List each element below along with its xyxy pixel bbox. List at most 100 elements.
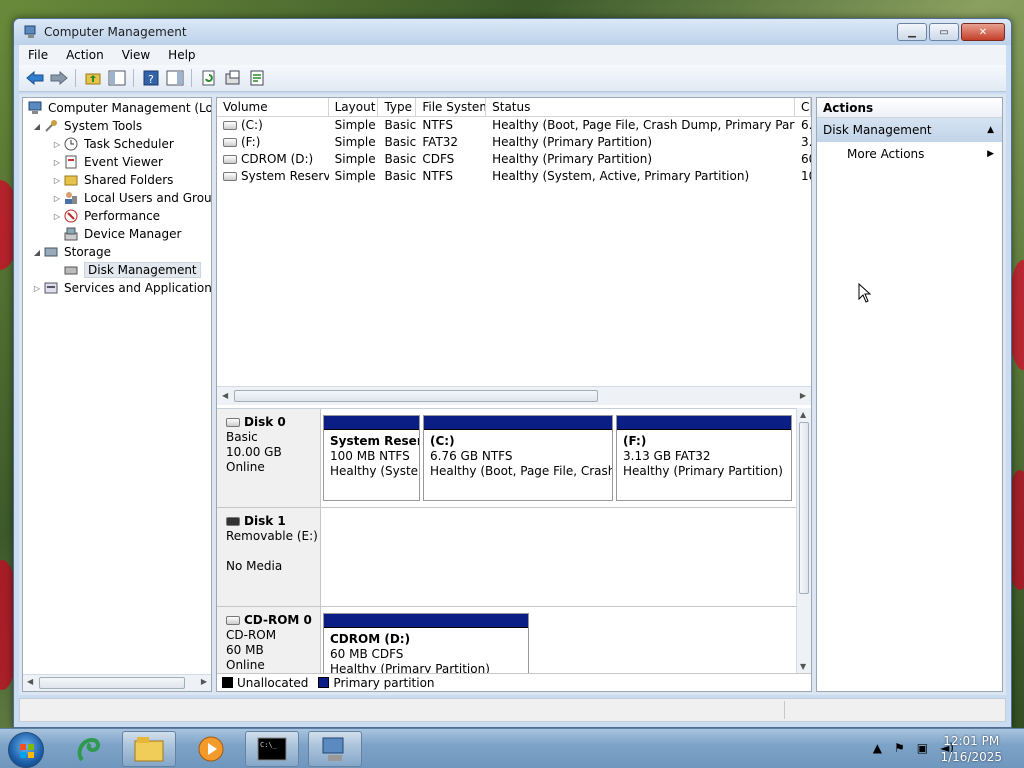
expand-icon[interactable]: ▷ xyxy=(51,176,63,185)
partition-f[interactable]: (F:) 3.13 GB FAT32 Healthy (Primary Part… xyxy=(616,415,792,501)
disk-view-vertical-scrollbar[interactable]: ▲ ▼ xyxy=(796,408,811,673)
column-header-type[interactable]: Type xyxy=(378,98,417,117)
refresh-button[interactable] xyxy=(198,68,219,89)
scroll-down-icon[interactable]: ▼ xyxy=(800,662,806,671)
menu-file[interactable]: File xyxy=(19,48,57,62)
menu-view[interactable]: View xyxy=(113,48,159,62)
clock[interactable]: 12:01 PM 1/16/2025 xyxy=(940,733,1002,765)
tree-item-label: Storage xyxy=(64,245,111,259)
actions-header: Actions xyxy=(817,98,1002,118)
volume-row[interactable]: System Reserved Simple Basic NTFS Health… xyxy=(217,169,811,186)
tree-horizontal-scrollbar[interactable]: ◀ ▶ xyxy=(23,674,211,691)
tree-item-device-manager[interactable]: Device Manager xyxy=(63,225,181,243)
maximize-button[interactable]: ▭ xyxy=(929,23,959,41)
show-hide-tree-button[interactable] xyxy=(106,68,127,89)
expand-icon[interactable]: ▷ xyxy=(51,212,63,221)
expand-icon[interactable]: ▷ xyxy=(51,194,63,203)
disk-row-disk1[interactable]: Disk 1 Removable (E:) No Media xyxy=(217,508,799,607)
show-hide-action-pane-button[interactable] xyxy=(164,68,185,89)
scroll-right-icon[interactable]: ▶ xyxy=(800,391,806,400)
scroll-left-icon[interactable]: ◀ xyxy=(222,391,228,400)
more-actions-item[interactable]: More Actions ▶ xyxy=(817,142,1002,166)
column-header-capacity[interactable]: C xyxy=(795,98,811,117)
volume-row[interactable]: CDROM (D:) Simple Basic CDFS Healthy (Pr… xyxy=(217,152,811,169)
disk-label[interactable]: Disk 0 Basic 10.00 GB Online xyxy=(217,409,321,507)
window-title: Computer Management xyxy=(44,25,187,39)
tree-item-disk-management[interactable]: Disk Management xyxy=(63,261,201,279)
console-tree-icon xyxy=(108,70,125,86)
volume-row[interactable]: (F:) Simple Basic FAT32 Healthy (Primary… xyxy=(217,135,811,152)
disk-management-icon xyxy=(63,262,79,278)
forward-button[interactable] xyxy=(48,68,69,89)
tree-item-shared-folders[interactable]: ▷ Shared Folders xyxy=(51,171,173,189)
action-pane-icon xyxy=(166,70,183,86)
volume-type: Basic xyxy=(384,169,417,183)
menu-action[interactable]: Action xyxy=(57,48,113,62)
volume-list-horizontal-scrollbar[interactable]: ◀ ▶ xyxy=(217,386,811,405)
expand-icon[interactable]: ▷ xyxy=(31,284,43,293)
taskbar-explorer[interactable] xyxy=(122,731,176,767)
status-bar xyxy=(19,698,1006,722)
properties-button[interactable] xyxy=(222,68,243,89)
taskbar-command-prompt[interactable]: C:\_ xyxy=(245,731,299,767)
taskbar-app-pinned[interactable] xyxy=(62,731,116,767)
tree-item-local-users[interactable]: ▷ Local Users and Groups xyxy=(51,189,211,207)
tree-item-services-apps[interactable]: ▷ Services and Applications xyxy=(31,279,211,297)
collapse-up-icon[interactable]: ▲ xyxy=(987,118,994,142)
help-button[interactable]: ? xyxy=(140,68,161,89)
taskbar-computer-management[interactable] xyxy=(308,731,362,767)
back-button[interactable] xyxy=(24,68,45,89)
start-button[interactable] xyxy=(8,732,44,768)
partition-c[interactable]: (C:) 6.76 GB NTFS Healthy (Boot, Page Fi… xyxy=(423,415,613,501)
scroll-thumb[interactable] xyxy=(234,390,598,402)
tree-item-storage[interactable]: ◢ Storage xyxy=(31,243,111,261)
column-header-volume[interactable]: Volume xyxy=(217,98,329,117)
close-button[interactable]: ✕ xyxy=(961,23,1005,41)
volume-status: Healthy (Primary Partition) xyxy=(492,135,653,149)
tree-item-task-scheduler[interactable]: ▷ Task Scheduler xyxy=(51,135,174,153)
expand-icon[interactable]: ▷ xyxy=(51,140,63,149)
tree-item-performance[interactable]: ▷ Performance xyxy=(51,207,160,225)
column-header-file-system[interactable]: File System xyxy=(416,98,487,117)
disk-graphical-view: Disk 0 Basic 10.00 GB Online System Rese… xyxy=(217,408,811,691)
export-list-button[interactable] xyxy=(246,68,267,89)
folder-icon xyxy=(134,737,164,762)
volume-row[interactable]: (C:) Simple Basic NTFS Healthy (Boot, Pa… xyxy=(217,118,811,135)
tree-item-system-tools[interactable]: ◢ System Tools xyxy=(31,117,142,135)
partition-title: System Reserv xyxy=(330,434,419,448)
partition-title: (C:) xyxy=(430,434,455,448)
refresh-icon xyxy=(202,70,214,86)
collapse-icon[interactable]: ◢ xyxy=(31,248,43,257)
action-center-flag-icon[interactable]: ⚑ xyxy=(894,741,905,755)
column-header-status[interactable]: Status xyxy=(486,98,796,117)
show-hidden-icons-icon[interactable]: ▲ xyxy=(873,741,882,755)
taskbar-media-player[interactable] xyxy=(184,731,238,767)
toolbar-separator xyxy=(133,69,134,87)
collapse-icon[interactable]: ◢ xyxy=(31,122,43,131)
up-folder-button[interactable] xyxy=(82,68,103,89)
network-icon[interactable]: ▣ xyxy=(917,741,928,755)
actions-section-disk-management[interactable]: Disk Management ▲ xyxy=(817,118,1002,142)
shared-folder-icon xyxy=(63,172,79,188)
partition-title: CDROM (D:) xyxy=(330,632,411,646)
minimize-button[interactable]: ▁ xyxy=(897,23,927,41)
menu-help[interactable]: Help xyxy=(159,48,204,62)
disk-row-disk0[interactable]: Disk 0 Basic 10.00 GB Online System Rese… xyxy=(217,409,799,508)
partition-bar xyxy=(617,416,791,430)
column-header-layout[interactable]: Layout xyxy=(329,98,379,117)
clock-icon xyxy=(63,136,79,152)
disk-label[interactable]: Disk 1 Removable (E:) No Media xyxy=(217,508,321,606)
expand-icon[interactable]: ▷ xyxy=(51,158,63,167)
drive-icon xyxy=(223,172,237,181)
command-prompt-icon: C:\_ xyxy=(257,737,287,761)
partition-system-reserved[interactable]: System Reserv 100 MB NTFS Healthy (Syste… xyxy=(323,415,420,501)
scroll-up-icon[interactable]: ▲ xyxy=(800,410,806,419)
scroll-left-icon[interactable]: ◀ xyxy=(27,677,33,686)
tree-item-event-viewer[interactable]: ▷ Event Viewer xyxy=(51,153,163,171)
partition-bar xyxy=(324,614,528,628)
scroll-thumb[interactable] xyxy=(39,677,185,689)
toolbar-separator xyxy=(191,69,192,87)
tree-item-root[interactable]: Computer Management (Local xyxy=(27,99,211,117)
scroll-right-icon[interactable]: ▶ xyxy=(201,677,207,686)
scroll-thumb[interactable] xyxy=(799,422,809,594)
